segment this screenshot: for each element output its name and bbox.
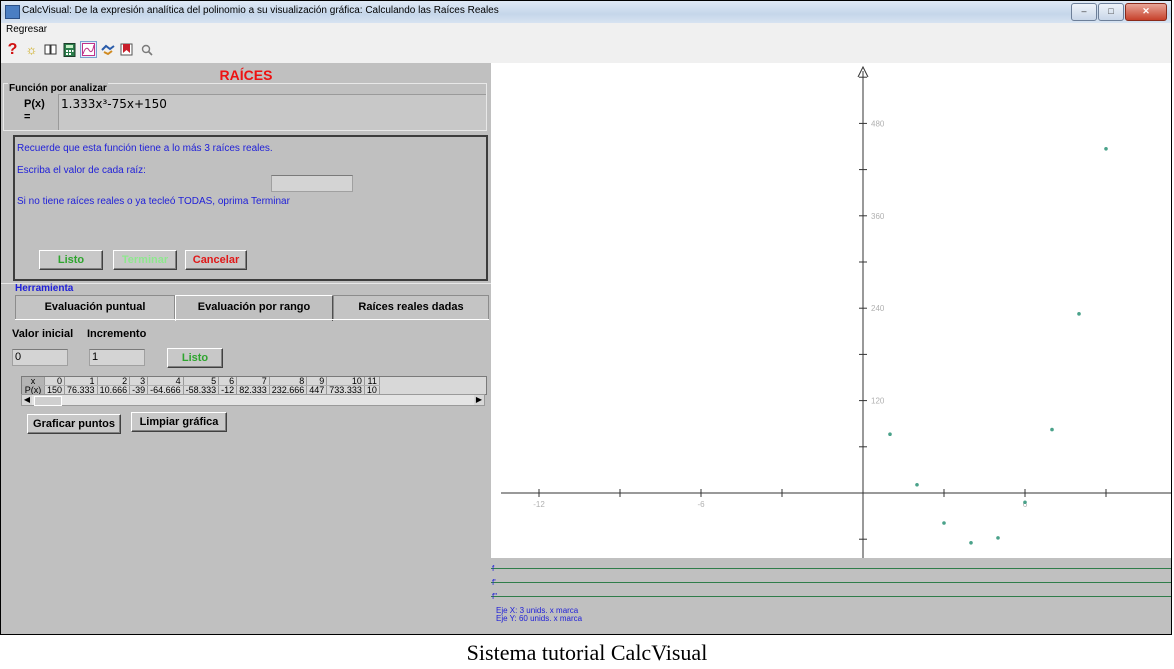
tab-evaluacion-puntual[interactable]: Evaluación puntual	[15, 295, 175, 319]
cancelar-button[interactable]: Cancelar	[185, 250, 247, 270]
initial-value-label: Valor inicial	[12, 328, 74, 340]
f2-label: f''	[492, 592, 498, 601]
reminder-text: Recuerde que esta función tiene a lo más…	[17, 143, 273, 154]
limpiar-grafica-button[interactable]: Limpiar gráfica	[131, 412, 227, 432]
x-tick-label: -12	[533, 500, 545, 509]
roots-entry-panel: Recuerde que esta función tiene a lo más…	[13, 135, 488, 281]
prompt-text: Escriba el valor de cada raíz:	[17, 165, 146, 176]
data-point	[915, 482, 919, 487]
tools-label: Herramienta	[15, 283, 74, 294]
figure-caption: Sistema tutorial CalcVisual	[466, 640, 708, 665]
p-label-text: P(x)	[24, 98, 45, 110]
tab-raices-reales-dadas[interactable]: Raíces reales dadas	[333, 295, 489, 319]
book-icon[interactable]	[42, 41, 59, 58]
increment-label: Incremento	[87, 328, 147, 340]
f-label: f	[492, 564, 495, 573]
data-point	[942, 521, 946, 525]
range-listo-button[interactable]: Listo	[167, 348, 223, 368]
title-bar[interactable]: CalcVisual: De la expresión analítica de…	[1, 1, 1171, 24]
p-label: P(x) =	[24, 98, 45, 124]
initial-value-input[interactable]: 0	[12, 349, 68, 366]
close-button[interactable]: ✕	[1125, 3, 1167, 21]
evaluation-table: x 0 1 2 3 4 5 6 7 8 9 10 11 P(x) 150 76.333 10.666 -39 -6…	[21, 376, 487, 395]
lightbulb-icon[interactable]: ☼	[23, 41, 40, 58]
scroll-right-icon[interactable]: ▶	[474, 395, 484, 405]
data-point	[969, 540, 973, 545]
tab-evaluacion-por-rango[interactable]: Evaluación por rango	[175, 295, 333, 321]
tool-tabs: Evaluación puntual Evaluación por rango …	[15, 295, 489, 321]
polynomial-expression: 1.333x³-75x+150	[61, 97, 167, 111]
increment-input[interactable]: 1	[89, 349, 145, 366]
help-icon[interactable]: ?	[4, 41, 21, 58]
x-tick-label: -6	[697, 500, 705, 509]
graficar-puntos-button[interactable]: Graficar puntos	[27, 414, 121, 434]
listo-button[interactable]: Listo	[39, 250, 103, 270]
data-point	[1077, 312, 1081, 316]
magnifier-icon[interactable]	[138, 41, 155, 58]
range-eval-panel: Valor inicial Incremento 0 1 Listo x0123…	[12, 319, 489, 443]
bookmark-icon[interactable]	[118, 41, 135, 58]
maximize-button[interactable]: □	[1098, 3, 1124, 21]
data-point	[996, 536, 1000, 540]
menu-regresar[interactable]: Regresar	[6, 24, 47, 35]
y-tick-label: 240	[871, 304, 885, 313]
f1-line	[491, 582, 1171, 583]
y-tick-label: 120	[871, 397, 885, 406]
minimize-button[interactable]: –	[1071, 3, 1097, 21]
left-panel: RAÍCES Función por analizar P(x) = 1.333…	[1, 63, 492, 634]
menu-bar: Regresar	[1, 23, 1171, 38]
function-box: Función por analizar P(x) = 1.333x³-75x+…	[3, 83, 487, 131]
derivatives-panel: f f' f'' Eje X: 3 unids. x marca Eje Y: …	[491, 558, 1171, 634]
y-scale-note: Eje Y: 60 unids. x marca	[496, 614, 583, 623]
y-tick-label: 480	[871, 119, 885, 128]
app-icon	[5, 5, 20, 19]
f-line	[491, 568, 1171, 569]
toolbar: ? ☼	[1, 37, 1171, 64]
app-window: CalcVisual: De la expresión analítica de…	[0, 0, 1172, 635]
window-title: CalcVisual: De la expresión analítica de…	[22, 5, 499, 16]
tools-section: Herramienta Evaluación puntual Evaluació…	[1, 283, 491, 442]
graph-icon[interactable]	[80, 41, 97, 58]
scroll-thumb[interactable]	[34, 396, 62, 406]
f1-label: f'	[492, 578, 496, 587]
data-point	[888, 432, 892, 437]
root-input[interactable]	[271, 175, 353, 192]
handshake-icon[interactable]	[99, 41, 116, 58]
window-controls: – □ ✕	[1071, 3, 1167, 21]
data-point	[1023, 500, 1027, 505]
terminar-button[interactable]: Terminar	[113, 250, 177, 270]
table-scrollbar[interactable]: ◀ ▶	[21, 394, 485, 406]
polynomial-display: 1.333x³-75x+150	[58, 94, 486, 130]
equals-sign: =	[24, 111, 31, 123]
data-point	[1104, 147, 1108, 151]
f2-line	[491, 596, 1171, 597]
scroll-left-icon[interactable]: ◀	[22, 395, 32, 405]
hint-text: Si no tiene raíces reales o ya tecleó TO…	[17, 196, 290, 207]
graph-canvas[interactable]: -12 -6 6480360240120	[376, 63, 1172, 586]
graph-area[interactable]: -12 -6 6 480 360 240 120	[376, 63, 1172, 586]
data-point	[1050, 427, 1054, 432]
y-tick-label: 360	[871, 212, 885, 221]
page-title: RAÍCES	[219, 67, 273, 83]
calculator-icon[interactable]	[61, 41, 78, 58]
function-legend: Función por analizar	[8, 83, 108, 94]
